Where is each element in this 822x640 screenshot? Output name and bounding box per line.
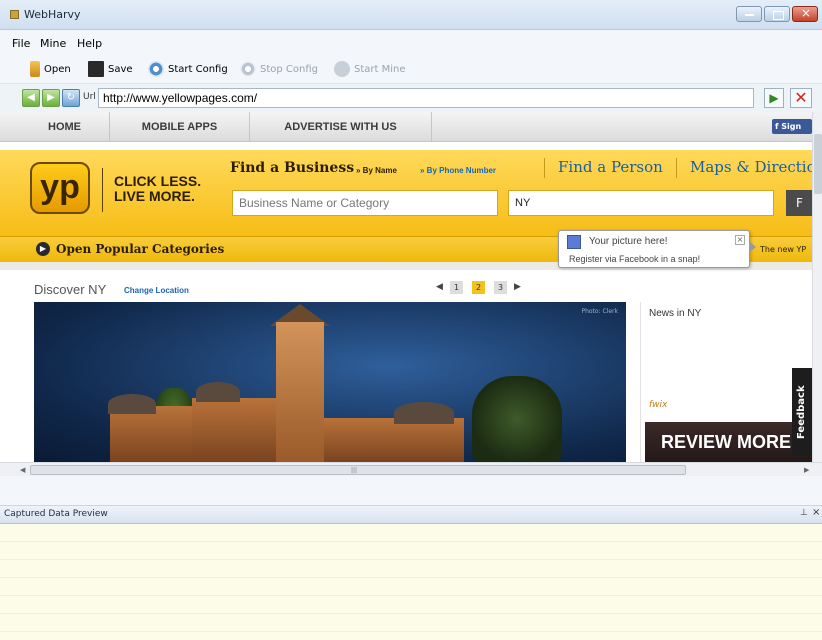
app-icon [10, 10, 19, 19]
tree-shape [472, 376, 562, 462]
tab-separator [544, 158, 545, 178]
stop-config-label: Stop Config [260, 63, 318, 75]
slogan: CLICK LESS. LIVE MORE. [114, 174, 201, 204]
open-button[interactable]: Open [30, 58, 71, 80]
browser-view: HOME MOBILE APPS ADVERTISE WITH US f Sig… [0, 112, 822, 462]
new-yp-label: The new YP [760, 245, 807, 254]
photo-credit: Photo: Clerk [581, 308, 618, 315]
grip-icon: ||| [351, 467, 358, 474]
nav-home[interactable]: HOME [20, 112, 110, 142]
logo-divider [102, 168, 103, 212]
address-bar: ◀ ▶ ↻ Url http://www.yellowpages.com/ ▶ … [0, 84, 822, 112]
hero-photo[interactable]: Photo: Clerk [34, 302, 626, 462]
captured-data-grid[interactable] [0, 524, 822, 640]
scroll-left-icon[interactable]: ◀ [20, 466, 25, 474]
pager-prev-icon[interactable]: ◀ [436, 282, 443, 292]
url-input[interactable]: http://www.yellowpages.com/ [98, 88, 754, 108]
pager-next-icon[interactable]: ▶ [514, 282, 521, 292]
fb-button-label: Sign [781, 122, 802, 131]
maps-directions-tab[interactable]: Maps & Directio [690, 158, 816, 176]
stop-button[interactable]: ✕ [790, 88, 812, 108]
close-button[interactable] [792, 6, 818, 22]
mine-icon [334, 61, 350, 77]
maximize-button[interactable] [764, 6, 790, 22]
change-location-link[interactable]: Change Location [124, 286, 189, 295]
chevron-right-icon: ▶ [36, 242, 50, 256]
gear-icon [240, 61, 256, 77]
save-button[interactable]: Save [88, 58, 133, 80]
scroll-thumb[interactable] [814, 134, 822, 194]
open-categories-label: Open Popular Categories [56, 242, 225, 256]
close-icon[interactable]: × [735, 235, 745, 245]
title-bar: WebHarvy [0, 0, 822, 30]
dome-shape [196, 382, 240, 402]
save-icon [88, 61, 104, 77]
window-title: WebHarvy [24, 8, 81, 21]
menu-mine[interactable]: Mine [40, 37, 66, 50]
scroll-thumb[interactable]: ||| [30, 465, 686, 475]
go-button[interactable]: ▶ [764, 88, 784, 108]
slogan-line1: CLICK LESS. [114, 173, 202, 189]
popup-body[interactable]: Register via Facebook in a snap! [569, 254, 700, 264]
location-input[interactable]: NY [508, 190, 774, 216]
url-label: Url [83, 92, 96, 102]
business-search-input[interactable]: Business Name or Category [232, 190, 498, 216]
facebook-signin-button[interactable]: f Sign [772, 119, 812, 134]
nav-mobile-apps[interactable]: MOBILE APPS [110, 112, 250, 142]
news-source[interactable]: fwix [649, 400, 667, 410]
pager-page-2[interactable]: 2 [472, 281, 485, 294]
yp-logo[interactable]: yp [30, 162, 90, 214]
close-icon[interactable]: × [812, 507, 820, 518]
menu-bar: File Mine Help [0, 30, 822, 54]
horizontal-scrollbar[interactable]: ◀ ||| ▶ [0, 462, 822, 476]
toolbar: Open Save Start Config Stop Config Start… [0, 54, 822, 84]
tab-separator [676, 158, 677, 178]
pin-icon[interactable]: ⊥ [800, 508, 808, 518]
facebook-popup: Your picture here! × Register via Facebo… [558, 230, 756, 268]
open-label: Open [44, 63, 71, 75]
tower-shape [276, 322, 324, 462]
find-business-tab[interactable]: Find a Business [230, 160, 354, 176]
folder-icon [30, 61, 40, 77]
dome-shape [108, 394, 156, 414]
forward-button[interactable]: ▶ [42, 89, 60, 107]
scroll-right-icon[interactable]: ▶ [804, 466, 809, 474]
save-label: Save [108, 63, 133, 75]
start-mine-label: Start Mine [354, 63, 406, 75]
refresh-button[interactable]: ↻ [62, 89, 80, 107]
minimize-button[interactable] [736, 6, 762, 22]
profile-picture-icon [567, 235, 581, 249]
find-person-tab[interactable]: Find a Person [558, 158, 663, 176]
pager-page-1[interactable]: 1 [450, 281, 463, 294]
start-config-button[interactable]: Start Config [148, 58, 228, 80]
menu-help[interactable]: Help [77, 37, 102, 50]
captured-data-header: Captured Data Preview ⊥ × [0, 506, 822, 524]
splitter[interactable] [0, 476, 822, 506]
discover-heading: Discover NY [34, 282, 107, 297]
site-nav: HOME MOBILE APPS ADVERTISE WITH US f Sig… [0, 112, 822, 142]
popup-heading: Your picture here! [589, 236, 668, 247]
pager-page-3[interactable]: 3 [494, 281, 507, 294]
vertical-scrollbar[interactable] [812, 112, 822, 462]
start-mine-button[interactable]: Start Mine [334, 58, 406, 80]
stop-config-button[interactable]: Stop Config [240, 58, 318, 80]
menu-file[interactable]: File [12, 37, 30, 50]
start-config-label: Start Config [168, 63, 228, 75]
feedback-tab[interactable]: Feedback [792, 368, 812, 456]
back-button[interactable]: ◀ [22, 89, 40, 107]
slogan-line2: LIVE MORE. [114, 188, 195, 204]
dome-shape [394, 402, 454, 424]
panel-title: Captured Data Preview [4, 509, 108, 519]
news-title: News in NY [649, 308, 702, 319]
by-phone-link[interactable]: » By Phone Number [420, 166, 496, 175]
nav-advertise[interactable]: ADVERTISE WITH US [250, 112, 432, 142]
building-shape [192, 398, 282, 462]
by-name-link[interactable]: » By Name [356, 166, 397, 175]
gear-icon [148, 61, 164, 77]
building-shape [324, 418, 464, 462]
